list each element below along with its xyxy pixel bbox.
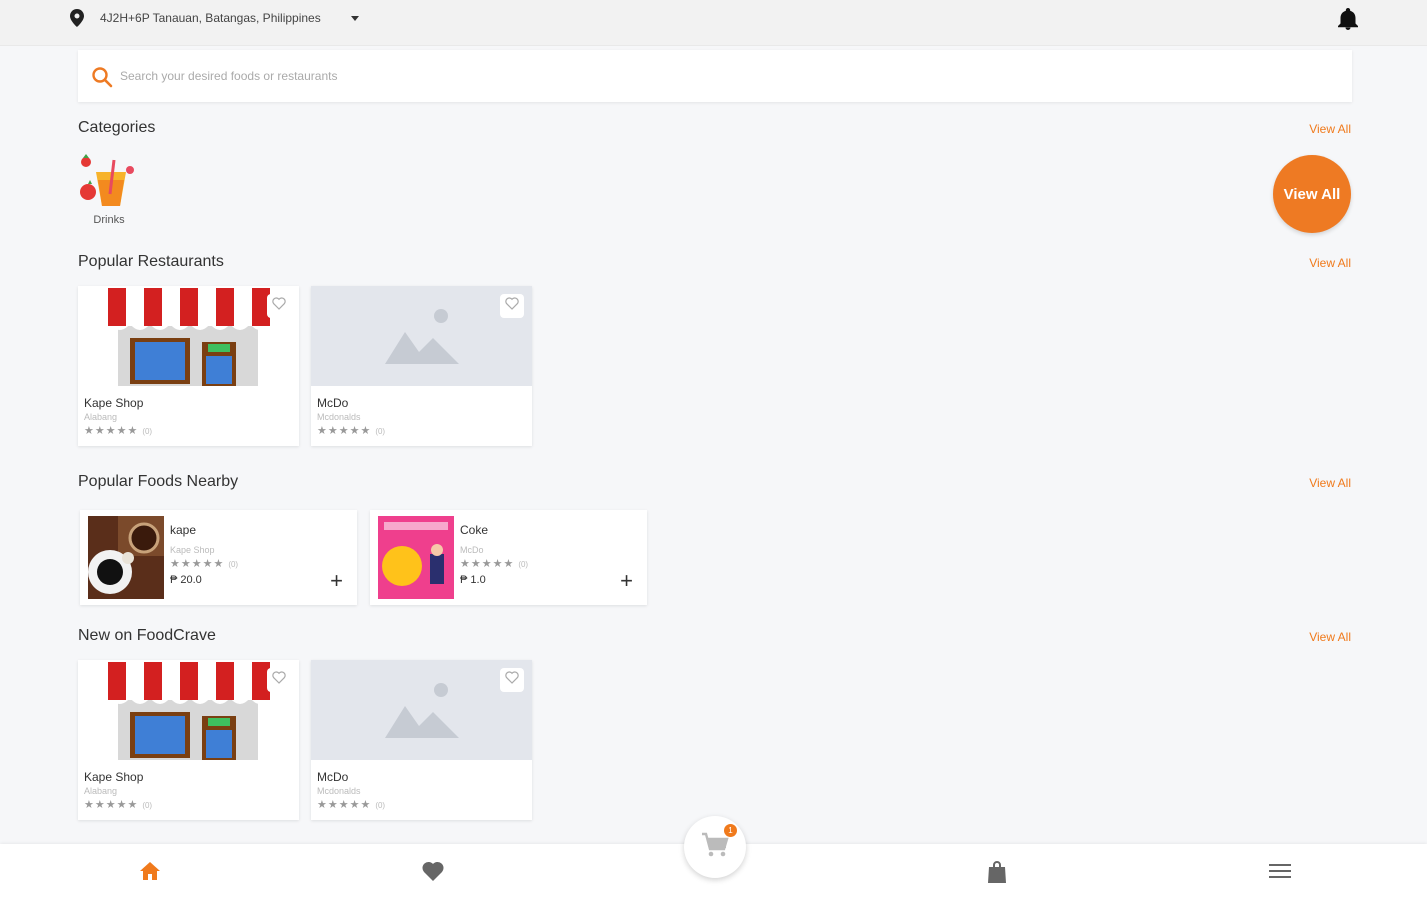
heart-outline-icon: [505, 671, 519, 689]
cart-count-badge: 1: [724, 824, 737, 837]
rating-stars: ★★★★★ (0): [460, 557, 528, 570]
menu-icon[interactable]: [1268, 860, 1292, 887]
rating-count: (0): [375, 427, 386, 436]
drink-icon: [80, 154, 134, 206]
cart-button[interactable]: 1: [684, 816, 746, 878]
stars-text: ★★★★★: [460, 558, 515, 570]
rating-count: (0): [142, 427, 153, 436]
chevron-down-icon[interactable]: [351, 16, 359, 21]
add-to-cart-button[interactable]: +: [620, 570, 633, 592]
restaurant-location: Mcdonalds: [317, 412, 361, 422]
coffee-photo: [88, 516, 164, 599]
rating-stars: ★★★★★ (0): [84, 424, 152, 437]
favorite-button[interactable]: [500, 668, 524, 692]
image-placeholder-icon: [311, 286, 532, 386]
restaurant-card[interactable]: McDo Mcdonalds ★★★★★ (0): [311, 286, 532, 446]
top-bar: 4J2H+6P Tanauan, Batangas, Philippines: [0, 0, 1427, 46]
categories-title: Categories: [78, 119, 156, 136]
favorite-button[interactable]: [500, 294, 524, 318]
favorite-button[interactable]: [267, 294, 291, 318]
rating-count: (0): [518, 560, 529, 569]
category-item-drinks[interactable]: Drinks: [78, 150, 140, 226]
restaurant-location: Alabang: [84, 786, 118, 796]
food-price: ₱ 20.0: [170, 574, 202, 586]
search-bar: [78, 50, 1352, 102]
heart-outline-icon: [272, 297, 286, 315]
rating-count: (0): [228, 560, 239, 569]
rating-stars: ★★★★★ (0): [170, 557, 238, 570]
restaurant-name: McDo: [317, 396, 349, 410]
stars-text: ★★★★★: [84, 425, 139, 437]
food-name: Coke: [460, 523, 489, 537]
bell-icon[interactable]: [1338, 8, 1358, 35]
rating-stars: ★★★★★ (0): [317, 798, 385, 811]
food-restaurant: McDo: [460, 545, 484, 555]
rating-stars: ★★★★★ (0): [317, 424, 385, 437]
categories-view-all-link[interactable]: View All: [1309, 122, 1351, 136]
food-price: ₱ 1.0: [460, 574, 486, 586]
restaurant-name: McDo: [317, 770, 349, 784]
restaurant-card[interactable]: Kape Shop Alabang ★★★★★ (0): [78, 286, 299, 446]
location-text[interactable]: 4J2H+6P Tanauan, Batangas, Philippines: [100, 11, 321, 25]
food-name: kape: [170, 523, 197, 537]
popular-restaurants-view-all-link[interactable]: View All: [1309, 256, 1351, 270]
category-label: Drinks: [93, 214, 125, 226]
rating-stars: ★★★★★ (0): [84, 798, 152, 811]
new-on-title: New on FoodCrave: [78, 627, 216, 644]
plus-icon: +: [330, 568, 343, 593]
stars-text: ★★★★★: [84, 799, 139, 811]
popular-restaurants-title: Popular Restaurants: [78, 253, 224, 270]
promo-photo: [378, 516, 454, 599]
new-on-view-all-link[interactable]: View All: [1309, 630, 1351, 644]
plus-icon: +: [620, 568, 633, 593]
heart-outline-icon: [272, 671, 286, 689]
stars-text: ★★★★★: [317, 425, 372, 437]
restaurant-location: Mcdonalds: [317, 786, 361, 796]
heart-outline-icon: [505, 297, 519, 315]
restaurant-name: Kape Shop: [84, 770, 144, 784]
storefront-icon: [78, 660, 299, 760]
popular-foods-title: Popular Foods Nearby: [78, 473, 239, 490]
search-input[interactable]: [120, 63, 1320, 89]
restaurant-card[interactable]: Kape Shop Alabang ★★★★★ (0): [78, 660, 299, 820]
search-icon: [91, 66, 113, 93]
favorite-button[interactable]: [267, 668, 291, 692]
rating-count: (0): [142, 801, 153, 810]
heart-icon[interactable]: [421, 860, 445, 887]
add-to-cart-button[interactable]: +: [330, 570, 343, 592]
storefront-icon: [78, 286, 299, 386]
popular-foods-view-all-link[interactable]: View All: [1309, 476, 1351, 490]
food-card[interactable]: Coke McDo ★★★★★ (0) ₱ 1.0 +: [370, 510, 647, 605]
food-restaurant: Kape Shop: [170, 545, 215, 555]
restaurant-card[interactable]: McDo Mcdonalds ★★★★★ (0): [311, 660, 532, 820]
food-card[interactable]: kape Kape Shop ★★★★★ (0) ₱ 20.0 +: [80, 510, 357, 605]
bag-icon[interactable]: [986, 860, 1008, 889]
view-all-categories-button[interactable]: View All: [1273, 155, 1351, 233]
restaurant-name: Kape Shop: [84, 396, 144, 410]
restaurant-location: Alabang: [84, 412, 118, 422]
location-pin-icon[interactable]: [70, 9, 84, 32]
image-placeholder-icon: [311, 660, 532, 760]
stars-text: ★★★★★: [317, 799, 372, 811]
rating-count: (0): [375, 801, 386, 810]
stars-text: ★★★★★: [170, 558, 225, 570]
home-icon[interactable]: [139, 860, 161, 887]
